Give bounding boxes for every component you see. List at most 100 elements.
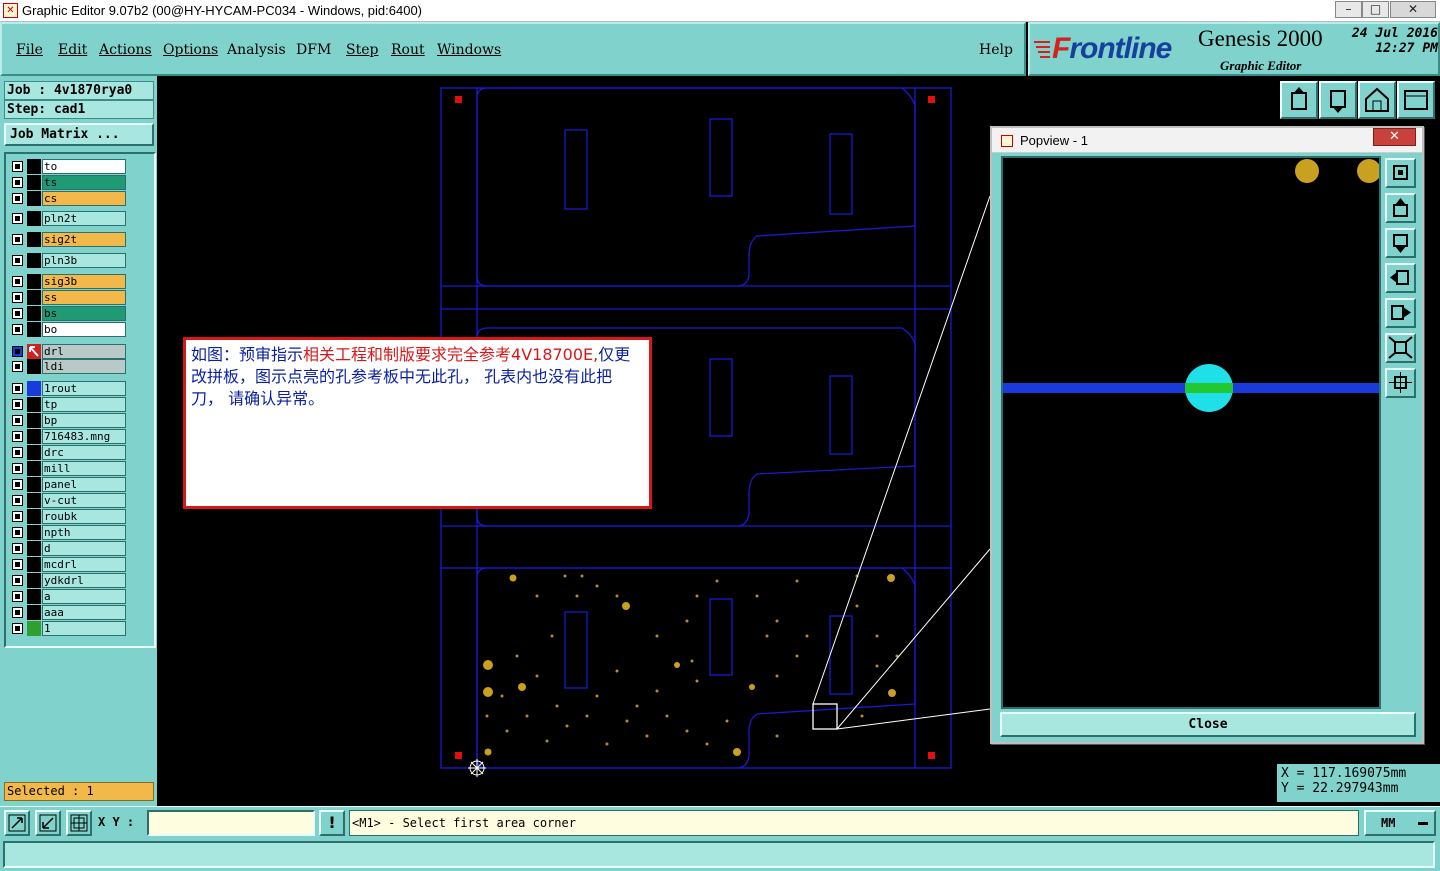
layer-checkbox[interactable] <box>12 479 23 490</box>
zoom-home-icon[interactable] <box>1385 158 1416 188</box>
layer-color-swatch[interactable] <box>27 159 41 174</box>
layer-row[interactable]: sig2t <box>8 232 126 247</box>
layer-name[interactable]: roubk <box>42 509 126 524</box>
layer-name[interactable]: bs <box>42 306 126 321</box>
layer-color-swatch[interactable] <box>27 477 41 492</box>
layer-row[interactable]: pln3b <box>8 253 126 268</box>
layer-row[interactable]: to <box>8 159 126 174</box>
layer-row[interactable]: mill <box>8 461 126 476</box>
layer-row[interactable]: ss <box>8 290 126 305</box>
popview-canvas[interactable] <box>1001 156 1381 709</box>
layer-row[interactable]: bp <box>8 413 126 428</box>
layer-color-swatch[interactable] <box>27 557 41 572</box>
layer-checkbox[interactable] <box>12 623 23 634</box>
layer-checkbox[interactable] <box>12 447 23 458</box>
warning-button[interactable]: ! <box>319 810 345 836</box>
layer-row[interactable]: aaa <box>8 605 126 620</box>
menu-rout[interactable]: Rout <box>391 42 425 58</box>
layer-name[interactable]: bo <box>42 322 126 337</box>
layer-color-swatch[interactable] <box>27 211 41 226</box>
layer-checkbox[interactable] <box>12 591 23 602</box>
layer-row[interactable]: v-cut <box>8 493 126 508</box>
layer-checkbox[interactable] <box>12 399 23 410</box>
save-icon[interactable] <box>1319 81 1357 119</box>
popview-close-button[interactable]: Close <box>1000 712 1416 737</box>
layer-name[interactable]: bp <box>42 413 126 428</box>
layer-color-swatch[interactable] <box>27 274 41 289</box>
layer-name[interactable]: to <box>42 159 126 174</box>
layer-checkbox[interactable] <box>12 276 23 287</box>
layer-checkbox[interactable] <box>12 527 23 538</box>
layer-row[interactable]: ldi <box>8 359 126 374</box>
menu-windows[interactable]: Windows <box>437 42 501 58</box>
menu-help[interactable]: Help <box>979 42 1013 58</box>
layer-checkbox[interactable] <box>12 308 23 319</box>
layer-row[interactable]: drl <box>8 344 126 359</box>
layer-color-swatch[interactable] <box>27 381 41 396</box>
snap-icon[interactable] <box>66 810 92 836</box>
layer-color-swatch[interactable] <box>27 621 41 636</box>
layer-checkbox[interactable] <box>12 255 23 266</box>
layer-color-swatch[interactable] <box>27 461 41 476</box>
layer-color-swatch[interactable] <box>27 493 41 508</box>
layer-name[interactable]: sig2t <box>42 232 126 247</box>
layer-color-swatch[interactable] <box>27 589 41 604</box>
measure-icon[interactable] <box>35 810 61 836</box>
layer-checkbox[interactable] <box>12 559 23 570</box>
pan-up-icon[interactable] <box>1385 193 1416 223</box>
layer-name[interactable]: pln2t <box>42 211 126 226</box>
layer-row[interactable]: d <box>8 541 126 556</box>
layer-name[interactable]: 1 <box>42 621 126 636</box>
menu-step[interactable]: Step <box>346 42 378 58</box>
layer-name[interactable]: mill <box>42 461 126 476</box>
layer-checkbox[interactable] <box>12 234 23 245</box>
layer-color-swatch[interactable] <box>27 541 41 556</box>
job-matrix-button[interactable]: Job Matrix ... <box>4 123 154 146</box>
layer-row[interactable]: pln2t <box>8 211 126 226</box>
layer-name[interactable]: panel <box>42 477 126 492</box>
layer-checkbox[interactable] <box>12 415 23 426</box>
layer-checkbox[interactable] <box>12 161 23 172</box>
layer-color-swatch[interactable] <box>27 445 41 460</box>
layer-row[interactable]: drc <box>8 445 126 460</box>
menu-analysis[interactable]: Analysis <box>227 42 286 58</box>
layer-checkbox[interactable] <box>12 383 23 394</box>
layer-row[interactable]: 1rout <box>8 381 126 396</box>
layer-checkbox[interactable] <box>12 213 23 224</box>
layer-row[interactable]: ydkdrl <box>8 573 126 588</box>
menu-actions[interactable]: Actions <box>99 42 152 58</box>
layer-color-swatch[interactable] <box>27 290 41 305</box>
layer-name[interactable]: aaa <box>42 605 126 620</box>
layer-color-swatch[interactable] <box>27 359 41 374</box>
menu-dfm[interactable]: DFM <box>296 42 331 58</box>
layer-checkbox[interactable] <box>12 511 23 522</box>
layer-row[interactable]: roubk <box>8 509 126 524</box>
units-selector[interactable]: MM <box>1364 810 1436 836</box>
maximize-button[interactable]: □ <box>1362 1 1389 18</box>
close-window-button[interactable]: ✕ <box>1390 1 1436 18</box>
layer-row[interactable]: 716483.mng <box>8 429 126 444</box>
layer-row[interactable]: ts <box>8 175 126 190</box>
layer-color-swatch[interactable] <box>27 253 41 268</box>
layer-name[interactable]: 1rout <box>42 381 126 396</box>
layer-row[interactable]: mcdrl <box>8 557 126 572</box>
layer-row[interactable]: 1 <box>8 621 126 636</box>
layer-color-swatch[interactable] <box>27 322 41 337</box>
layer-color-swatch[interactable] <box>27 573 41 588</box>
layer-row[interactable]: tp <box>8 397 126 412</box>
layer-checkbox[interactable] <box>12 361 23 372</box>
pan-down-icon[interactable] <box>1385 228 1416 258</box>
layer-name[interactable]: ss <box>42 290 126 305</box>
layer-checkbox[interactable] <box>12 292 23 303</box>
layer-name[interactable]: a <box>42 589 126 604</box>
pan-left-icon[interactable] <box>1385 263 1416 293</box>
layer-checkbox[interactable] <box>12 193 23 204</box>
window-icon[interactable] <box>1397 81 1435 119</box>
layer-name[interactable]: sig3b <box>42 274 126 289</box>
layer-color-swatch[interactable] <box>27 605 41 620</box>
layer-checkbox[interactable] <box>12 324 23 335</box>
minimize-button[interactable]: – <box>1335 1 1362 18</box>
zoom-area-icon[interactable] <box>1385 368 1416 398</box>
fit-icon[interactable] <box>1385 333 1416 363</box>
layer-name[interactable]: drl <box>42 344 126 359</box>
